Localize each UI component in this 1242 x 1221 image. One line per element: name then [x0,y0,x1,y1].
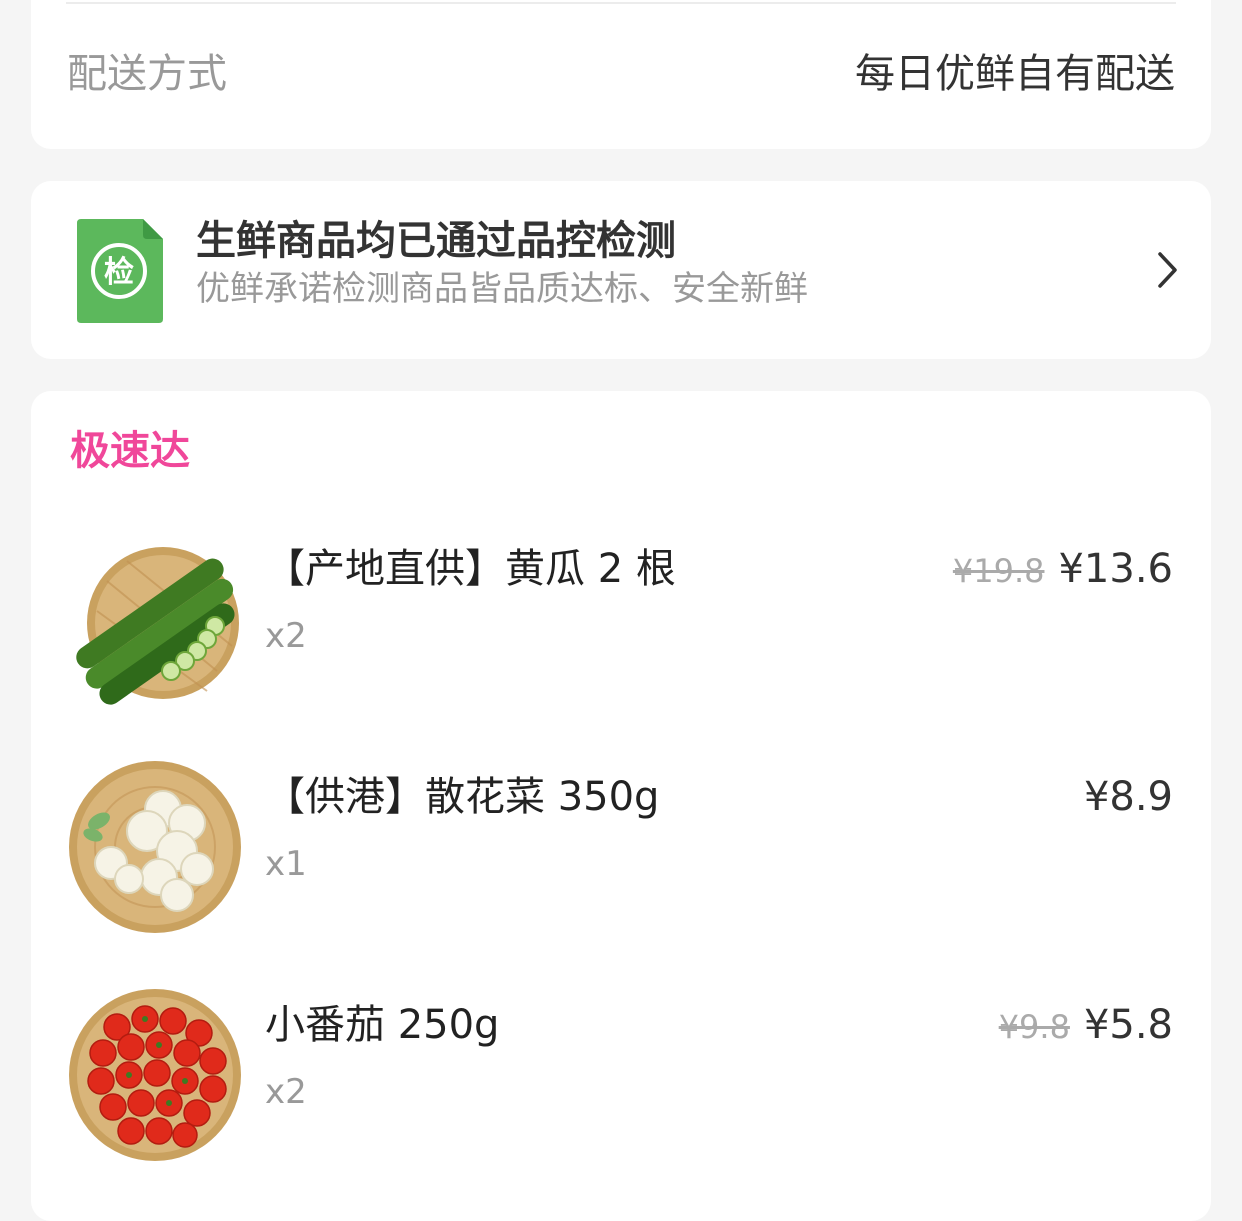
current-price: ¥5.8 [1083,1002,1173,1048]
inspection-title: 生鲜商品均已通过品控检测 [196,218,676,264]
inspection-doc-icon: 检 [77,219,163,323]
delivery-method-label: 配送方式 [67,51,227,97]
divider [66,2,1176,4]
quality-inspection-banner[interactable]: 检 生鲜商品均已通过品控检测 优鲜承诺检测商品皆品质达标、安全新鲜 [31,181,1211,359]
product-item[interactable]: 小番茄 250g x2 ¥9.8 ¥5.8 [31,987,1211,1177]
product-prices: ¥8.9 [1084,777,1173,817]
product-prices: ¥9.8 ¥5.8 [999,1005,1173,1045]
order-items-card: 极速达 【产地直供】黄瓜 2 根 x2 ¥19.8 ¥13.6 【供港】散花菜 … [31,391,1211,1221]
current-price: ¥8.9 [1083,774,1173,820]
cauliflower-image [69,761,241,933]
product-item[interactable]: 【产地直供】黄瓜 2 根 x2 ¥19.8 ¥13.6 [31,531,1211,721]
cucumber-image [76,547,239,705]
product-quantity: x2 [265,616,307,656]
inspection-subtitle: 优鲜承诺检测商品皆品质达标、安全新鲜 [196,269,808,309]
product-prices: ¥19.8 ¥13.6 [953,549,1173,589]
product-quantity: x1 [265,844,307,884]
inspection-icon-char: 检 [104,255,134,290]
product-name: 【供港】散花菜 350g [265,774,660,820]
product-name: 小番茄 250g [265,1002,500,1048]
product-quantity: x2 [265,1072,307,1112]
product-name: 【产地直供】黄瓜 2 根 [265,546,676,592]
original-price: ¥9.8 [998,1008,1070,1046]
chevron-right-icon[interactable] [1157,251,1179,289]
cherry-tomato-image [69,989,241,1161]
delivery-card: 配送方式 每日优鲜自有配送 [31,0,1211,149]
product-item[interactable]: 【供港】散花菜 350g x1 ¥8.9 [31,759,1211,949]
delivery-method-value: 每日优鲜自有配送 [855,51,1175,97]
current-price: ¥13.6 [1058,546,1173,592]
original-price: ¥19.8 [952,552,1045,590]
section-title-express: 极速达 [70,428,190,474]
